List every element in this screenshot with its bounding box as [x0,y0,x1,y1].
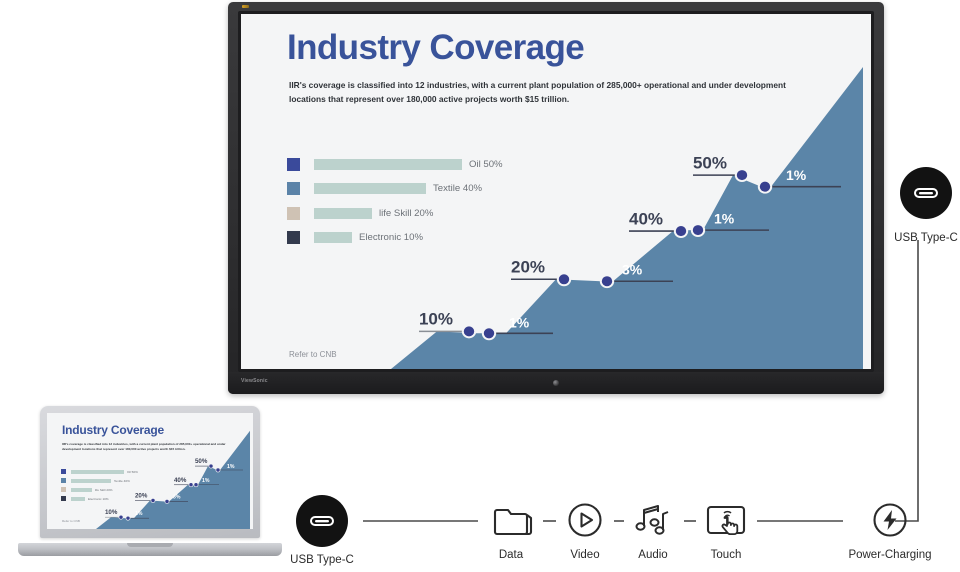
laptop-legend-swatch-oil [61,469,66,474]
usb-type-c-badge-monitor[interactable] [900,167,952,219]
usb-type-c-icon [310,516,334,526]
legend-label-electronic: Electronic 10% [359,232,423,244]
chart-label-7: 1% [786,168,806,183]
laptop-device: Industry Coverage IIR's coverage is clas… [18,406,282,556]
monitor-screen[interactable]: Industry Coverage IIR's coverage is clas… [241,14,871,369]
laptop-chart-label-0: 10% [105,509,118,516]
laptop-legend-swatch-textile [61,478,66,483]
feature-touch-label: Touch [710,549,742,561]
laptop-legend-item-electronic: Electronic 10% [61,494,138,503]
laptop-legend-swatch-electronic [61,496,66,501]
legend-bar-oil [314,158,462,170]
chart-label-0: 10% [419,310,453,329]
legend-swatch-textile [287,182,300,196]
legend-bar-life-skill [314,207,372,219]
feature-touch[interactable]: Touch [683,497,769,561]
laptop-chart-label-3: 3% [173,495,181,501]
chart-label-6: 50% [693,154,727,173]
laptop-legend-item-textile: Textile 40% [61,476,138,485]
monitor-chin: ViewSonic [228,372,884,394]
chart-label-1: 1% [509,316,529,331]
usb-type-c-icon [914,188,938,198]
laptop-legend-bar-electronic [71,496,85,501]
laptop-screen[interactable]: Industry Coverage IIR's coverage is clas… [47,413,253,529]
legend-item-electronic: Electronic 10% [287,226,503,251]
laptop-legend-label-oil: Oil 50% [127,469,138,474]
laptop-legend-label-textile: Textile 40% [114,478,130,483]
chart-label-4: 40% [629,210,663,229]
legend-swatch-electronic [287,231,300,245]
laptop-chart-label-6: 50% [195,458,208,465]
laptop-legend-item-oil: Oil 50% [61,467,138,476]
usb-type-c-badge-laptop[interactable] [296,495,348,547]
laptop-legend-label-electronic: Electronic 10% [88,496,109,501]
legend-item-textile: Textile 40% [287,177,503,202]
lightning-bolt-circle-icon [825,497,955,543]
legend-label-life-skill: life Skill 20% [379,207,434,219]
legend-swatch-oil [287,157,300,171]
chart-label-5: 1% [714,212,734,227]
usb-type-c-label-laptop: USB Type-C [290,554,354,566]
legend-bar-textile [314,183,426,195]
laptop-chart-label-7: 1% [227,464,235,470]
slide-footnote: Refer to CNB [289,350,337,359]
laptop-slide-footnote: Refer to CNB [62,519,80,523]
monitor-brand-label: ViewSonic [241,378,268,384]
touch-screen-icon [683,497,769,543]
laptop-legend-bar-oil [71,469,124,474]
sensor-icon [553,380,559,386]
chart-legend: Oil 50% Textile 40% life Skill 20% Elect… [287,152,503,250]
laptop-lid: Industry Coverage IIR's coverage is clas… [40,406,260,538]
power-led-icon [242,5,249,8]
legend-item-oil: Oil 50% [287,152,503,177]
legend-label-textile: Textile 40% [433,183,483,195]
chart-label-3: 3% [622,263,642,278]
legend-label-oil: Oil 50% [469,158,503,170]
laptop-base [18,543,282,556]
laptop-chart-label-4: 40% [174,477,187,484]
chart-label-2: 20% [511,258,545,277]
laptop-legend-bar-life-skill [71,487,92,492]
laptop-legend-label-life-skill: life Skill 20% [95,487,113,492]
monitor-device: Industry Coverage IIR's coverage is clas… [228,2,884,394]
laptop-chart-label-1: 1% [135,511,143,517]
presentation-slide: Industry Coverage IIR's coverage is clas… [241,14,871,369]
laptop-legend-bar-textile [71,478,111,483]
legend-bar-electronic [314,232,352,244]
usb-type-c-label-monitor: USB Type-C [894,232,958,244]
feature-power-charging-label: Power-Charging [848,549,932,561]
legend-swatch-life-skill [287,206,300,220]
legend-item-life-skill: life Skill 20% [287,201,503,226]
laptop-chart-legend: Oil 50% Textile 40% life Skill 20% Elect… [61,467,138,503]
laptop-legend-item-life-skill: life Skill 20% [61,485,138,494]
laptop-legend-swatch-life-skill [61,487,66,492]
laptop-slide: Industry Coverage IIR's coverage is clas… [47,413,253,529]
laptop-trackpad-notch [127,543,173,547]
wire-power-to-monitor-usbc [895,240,919,522]
laptop-chart-label-5: 1% [202,478,210,484]
feature-power-charging[interactable]: Power-Charging [825,497,955,561]
